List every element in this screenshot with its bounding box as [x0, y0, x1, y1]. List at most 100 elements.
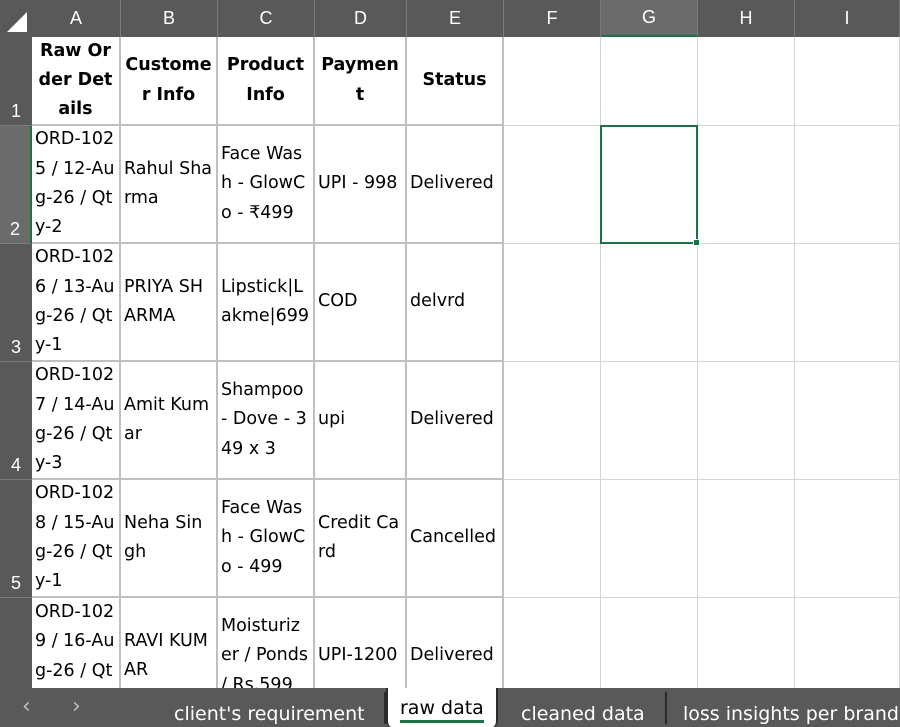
cell-b1[interactable]: Customer Info [121, 37, 218, 126]
empty-cell[interactable] [601, 480, 698, 598]
empty-cell[interactable] [504, 362, 601, 480]
cell-a1[interactable]: Raw Order Details [32, 37, 121, 126]
cell-c2[interactable]: Face Wash - GlowCo - ₹499 [218, 126, 315, 244]
order-details: ORD-1025 / 12-Aug-26 / Qty-2 [35, 129, 115, 238]
empty-cell[interactable] [698, 362, 795, 480]
empty-cell[interactable] [601, 362, 698, 480]
empty-cell[interactable] [504, 480, 601, 598]
empty-cell[interactable] [601, 598, 698, 688]
product-info: Lipstick|Lakme|699 [221, 276, 309, 326]
cell-e2[interactable]: Delivered [407, 126, 504, 244]
cell-c5[interactable]: Face Wash - GlowCo - 499 [218, 480, 315, 598]
cell-b6[interactable]: RAVI KUMAR [121, 598, 218, 688]
cell-d1[interactable]: Payment [315, 37, 407, 126]
empty-cell[interactable] [795, 362, 900, 480]
cell-a4[interactable]: ORD-1027 / 14-Aug-26 / Qty-3 [32, 362, 121, 480]
empty-cell[interactable] [504, 244, 601, 362]
empty-cell[interactable] [698, 244, 795, 362]
tab-label: cleaned data [521, 703, 645, 725]
row-header-3[interactable]: 3 [0, 244, 32, 362]
tab-loss-insights-per-brand[interactable]: loss insights per brand [683, 688, 899, 727]
empty-cell[interactable] [795, 37, 900, 126]
chevron-right-icon[interactable]: › [72, 692, 81, 722]
cell-a5[interactable]: ORD-1028 / 15-Aug-26 / Qty-1 [32, 480, 121, 598]
empty-cell[interactable] [698, 37, 795, 126]
cell-e1[interactable]: Status [407, 37, 504, 126]
cell-c4[interactable]: Shampoo - Dove - 349 x 3 [218, 362, 315, 480]
customer-info: PRIYA SHARMA [124, 276, 204, 326]
empty-cell[interactable] [698, 480, 795, 598]
fill-handle[interactable] [693, 239, 700, 246]
order-details: ORD-1027 / 14-Aug-26 / Qty-3 [35, 365, 115, 474]
cell-e3[interactable]: delvrd [407, 244, 504, 362]
column-header-e[interactable]: E [407, 0, 504, 37]
header-customer-info: Customer Info [125, 55, 212, 105]
tab-raw-data[interactable]: raw data [386, 688, 498, 727]
status: Cancelled [410, 527, 497, 548]
customer-info: Amit Kumar [124, 394, 210, 444]
column-header-f[interactable]: F [504, 0, 601, 37]
chevron-left-icon[interactable]: ‹ [22, 692, 31, 722]
cell-a3[interactable]: ORD-1026 / 13-Aug-26 / Qty-1 [32, 244, 121, 362]
payment: upi [318, 409, 346, 430]
row-header-6[interactable] [0, 598, 32, 688]
row-header-4[interactable]: 4 [0, 362, 32, 480]
row-header-5[interactable]: 5 [0, 480, 32, 598]
row-header-2[interactable]: 2 [0, 126, 32, 244]
column-header-h[interactable]: H [698, 0, 795, 37]
row-header-1[interactable]: 1 [0, 37, 32, 126]
spreadsheet-grid[interactable]: A B C D E F G H I 1 2 3 4 5 Raw Order De… [0, 0, 900, 688]
empty-cell[interactable] [601, 244, 698, 362]
empty-cell[interactable] [504, 126, 601, 244]
header-payment: Payment [321, 55, 399, 105]
cell-a6[interactable]: ORD-1029 / 16-Aug-26 / Qty-1 [32, 598, 121, 688]
status: delvrd [410, 291, 466, 312]
sheet-tab-bar: ‹ › client's requirement raw data cleane… [0, 688, 900, 727]
cell-d3[interactable]: COD [315, 244, 407, 362]
header-raw-order-details: Raw Order Details [38, 40, 113, 120]
order-details: ORD-1029 / 16-Aug-26 / Qty-1 [35, 602, 115, 681]
column-header-i[interactable]: I [795, 0, 900, 37]
empty-cell[interactable] [698, 126, 795, 244]
customer-info: Neha Singh [124, 512, 203, 562]
status: Delivered [410, 645, 494, 666]
empty-cell[interactable] [795, 126, 900, 244]
column-header-b[interactable]: B [121, 0, 218, 37]
cell-d6[interactable]: UPI-1200 [315, 598, 407, 688]
header-status: Status [422, 69, 487, 90]
empty-cell[interactable] [795, 480, 900, 598]
column-header-a[interactable]: A [32, 0, 121, 37]
empty-cell[interactable] [601, 37, 698, 126]
tab-cleaned-data[interactable]: cleaned data [521, 688, 645, 727]
tab-label: client's requirement [174, 703, 365, 725]
tab-separator [665, 692, 667, 724]
cell-d2[interactable]: UPI - 998 [315, 126, 407, 244]
order-details: ORD-1026 / 13-Aug-26 / Qty-1 [35, 247, 115, 356]
cell-d4[interactable]: upi [315, 362, 407, 480]
empty-cell[interactable] [795, 244, 900, 362]
active-cell-g2[interactable] [600, 125, 698, 244]
tab-clients-requirement[interactable]: client's requirement [174, 688, 365, 727]
cell-b5[interactable]: Neha Singh [121, 480, 218, 598]
empty-cell[interactable] [504, 598, 601, 688]
cell-e6[interactable]: Delivered [407, 598, 504, 688]
tab-label: raw data [400, 697, 484, 723]
empty-cell[interactable] [795, 598, 900, 688]
cell-a2[interactable]: ORD-1025 / 12-Aug-26 / Qty-2 [32, 126, 121, 244]
empty-cell[interactable] [504, 37, 601, 126]
select-all-button[interactable] [0, 0, 32, 37]
column-header-c[interactable]: C [218, 0, 315, 37]
cell-e5[interactable]: Cancelled [407, 480, 504, 598]
column-header-d[interactable]: D [315, 0, 407, 37]
cell-b4[interactable]: Amit Kumar [121, 362, 218, 480]
product-info: Shampoo - Dove - 349 x 3 [221, 380, 307, 459]
cell-d5[interactable]: Credit Card [315, 480, 407, 598]
cell-e4[interactable]: Delivered [407, 362, 504, 480]
cell-b2[interactable]: Rahul Sharma [121, 126, 218, 244]
cell-c3[interactable]: Lipstick|Lakme|699 [218, 244, 315, 362]
cell-c1[interactable]: Product Info [218, 37, 315, 126]
column-header-g[interactable]: G [601, 0, 698, 37]
cell-b3[interactable]: PRIYA SHARMA [121, 244, 218, 362]
cell-c6[interactable]: Moisturizer / Ponds / Rs.599 [218, 598, 315, 688]
empty-cell[interactable] [698, 598, 795, 688]
